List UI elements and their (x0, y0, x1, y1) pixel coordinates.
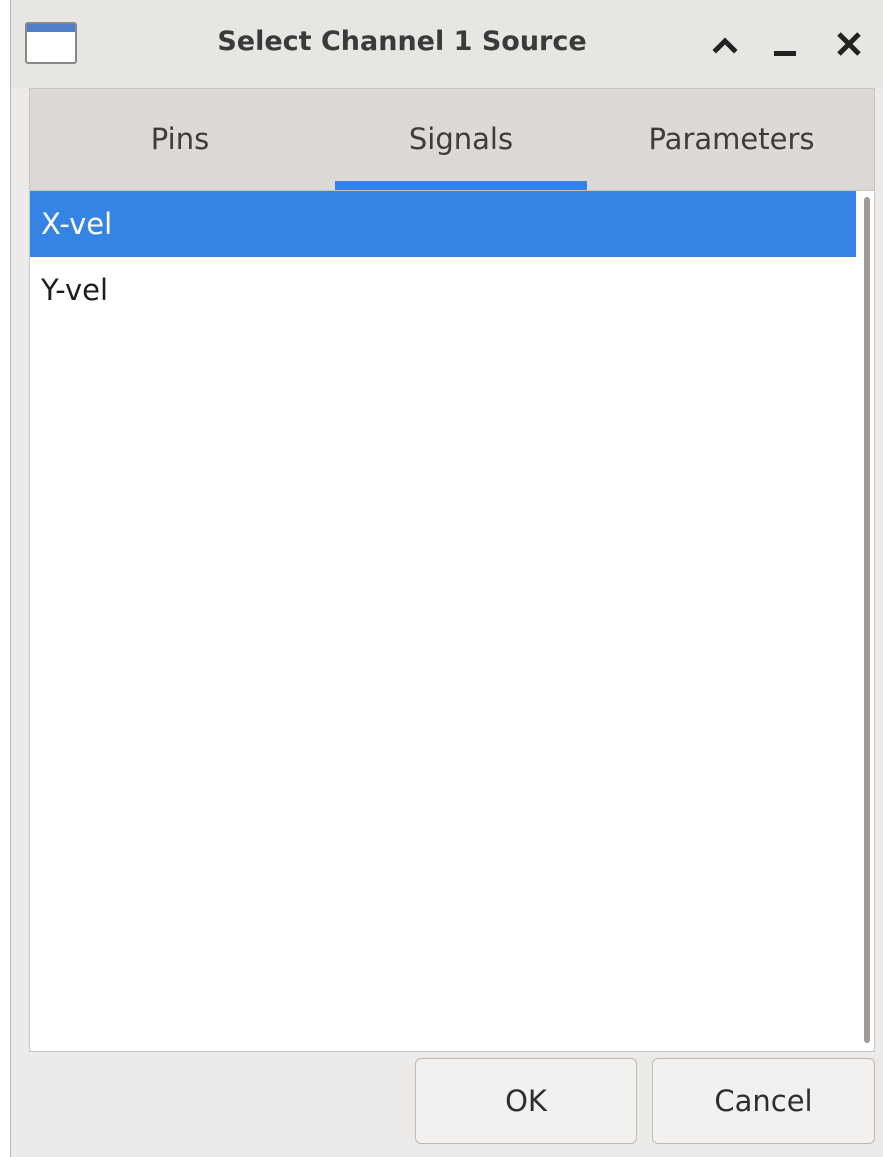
ok-button[interactable]: OK (415, 1058, 637, 1144)
minimize-icon[interactable] (765, 24, 805, 64)
tab-signals-label: Signals (408, 122, 514, 156)
tab-pins[interactable]: Pins (30, 89, 330, 190)
close-icon[interactable] (829, 24, 869, 64)
list-scrollbar[interactable] (864, 197, 870, 1043)
dialog-window: Select Channel 1 Source Pins Signals Par… (10, 0, 883, 1157)
list-item-x-vel[interactable]: X-vel (30, 191, 856, 257)
signal-list[interactable]: X-vel Y-vel (29, 190, 875, 1052)
active-tab-indicator (335, 181, 587, 190)
title-bar[interactable]: Select Channel 1 Source (11, 0, 883, 88)
cancel-button[interactable]: Cancel (652, 1058, 875, 1144)
window-title: Select Channel 1 Source (217, 26, 587, 57)
list-item-y-vel[interactable]: Y-vel (30, 257, 856, 323)
tab-parameters-label: Parameters (648, 122, 815, 156)
tab-bar: Pins Signals Parameters (29, 88, 875, 190)
tab-signals[interactable]: Signals (335, 89, 587, 190)
tab-pins-label: Pins (150, 122, 210, 156)
tab-parameters[interactable]: Parameters (587, 89, 876, 190)
chevron-up-icon[interactable] (705, 24, 745, 64)
